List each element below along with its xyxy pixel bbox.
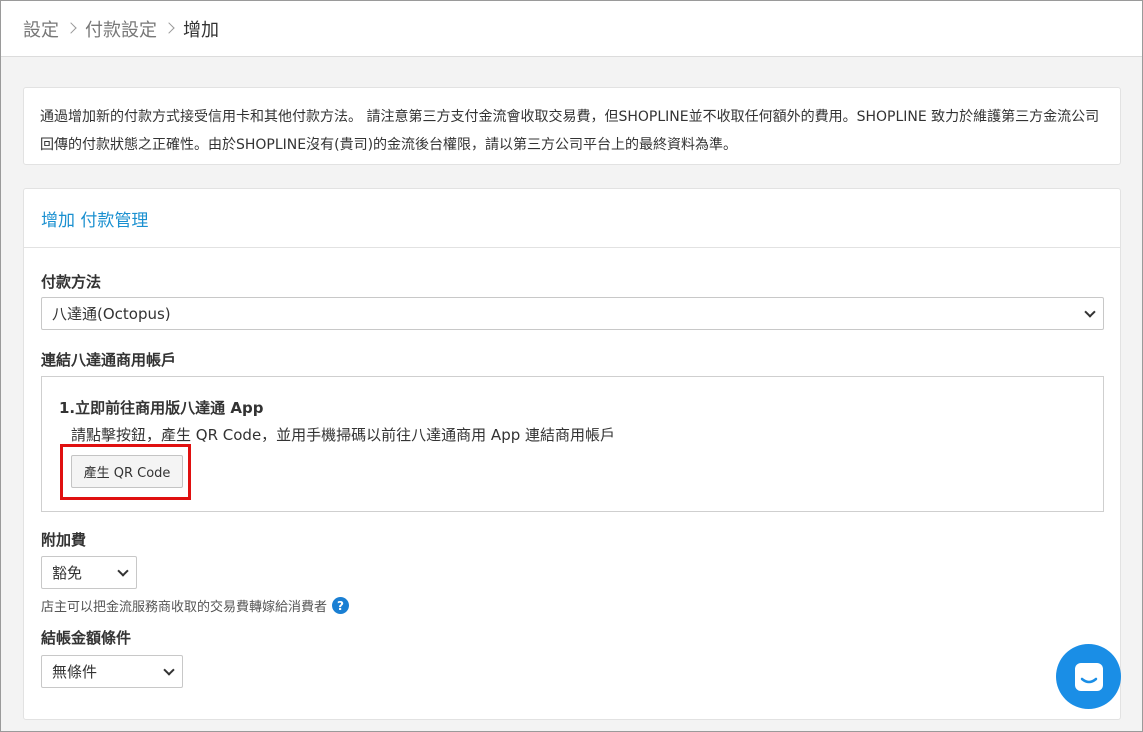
card-title: 增加 付款管理 [24, 189, 1120, 248]
step-description: 請點擊按鈕，產生 QR Code，並用手機掃碼以前往八達通商用 App 連結商用… [71, 426, 616, 444]
breadcrumb-payment-settings[interactable]: 付款設定 [85, 16, 157, 42]
highlight-box: 產生 QR Code [60, 444, 191, 500]
surcharge-help-text: 店主可以把金流服務商收取的交易費轉嫁給消費者 [41, 600, 328, 615]
surcharge-select[interactable]: 豁免 [41, 556, 137, 589]
payment-method-value: 八達通(Octopus) [52, 305, 171, 323]
checkout-condition-select[interactable]: 無條件 [41, 655, 183, 688]
chevron-down-icon [1084, 306, 1096, 318]
payment-form-card: 增加 付款管理 付款方法 八達通(Octopus) 連結八達通商用帳戶 1.立即… [23, 188, 1121, 720]
chevron-down-icon [163, 664, 175, 676]
question-icon[interactable]: ? [332, 597, 350, 614]
chat-icon [1074, 662, 1103, 691]
step-title: 1.立即前往商用版八達通 App [59, 399, 264, 417]
chat-button[interactable] [1056, 644, 1121, 709]
breadcrumb-current: 增加 [183, 19, 219, 41]
info-notice: 通過增加新的付款方式接受信用卡和其他付款方法。 請注意第三方支付金流會收取交易費… [23, 87, 1121, 165]
chevron-right-icon [65, 21, 77, 34]
checkout-condition-label: 結帳金額條件 [41, 629, 132, 647]
payment-method-select[interactable]: 八達通(Octopus) [41, 297, 1104, 330]
surcharge-value: 豁免 [52, 564, 83, 582]
breadcrumb: 設定 付款設定 增加 [1, 1, 1142, 57]
generate-qr-code-button[interactable]: 產生 QR Code [71, 455, 183, 488]
chevron-down-icon [117, 565, 129, 577]
surcharge-help: 店主可以把金流服務商收取的交易費轉嫁給消費者 ? [41, 596, 350, 615]
checkout-condition-value: 無條件 [52, 663, 98, 681]
chevron-right-icon [163, 21, 175, 34]
breadcrumb-settings[interactable]: 設定 [23, 16, 59, 42]
link-account-box: 1.立即前往商用版八達通 App 請點擊按鈕，產生 QR Code，並用手機掃碼… [41, 376, 1104, 512]
link-account-label: 連結八達通商用帳戶 [41, 351, 177, 369]
surcharge-label: 附加費 [41, 531, 87, 549]
payment-method-label: 付款方法 [41, 273, 102, 291]
